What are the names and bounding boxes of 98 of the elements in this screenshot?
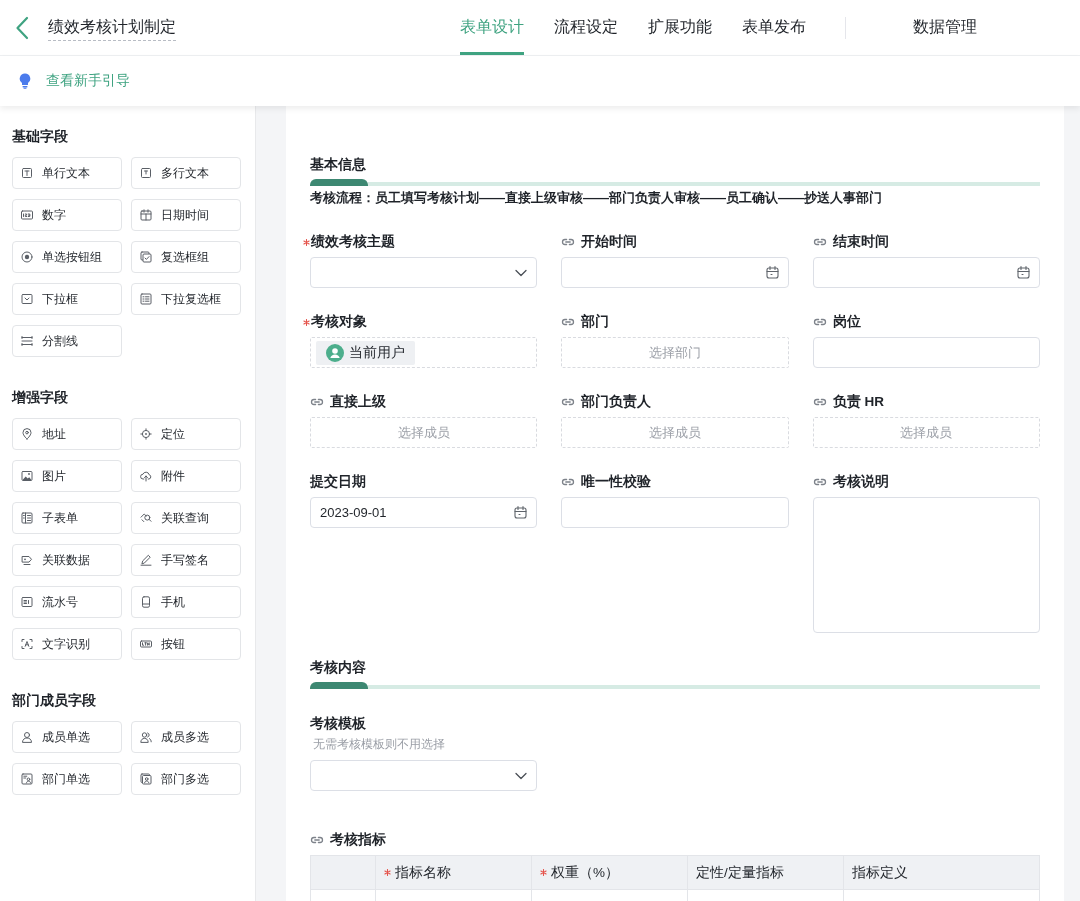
field-type-button[interactable]: 数字 <box>12 199 122 231</box>
form-title[interactable]: 绩效考核计划制定 <box>48 16 176 41</box>
field-type-button[interactable]: 手机 <box>131 586 241 618</box>
field-type-button[interactable]: 关联数据 <box>12 544 122 576</box>
person-icon <box>21 731 33 743</box>
scan-text-icon <box>21 638 33 650</box>
phone-icon <box>140 596 152 608</box>
field-label: 考核模板 <box>310 715 366 733</box>
pen-icon <box>140 554 152 566</box>
people-icon <box>140 731 152 743</box>
input-field[interactable] <box>812 337 1040 368</box>
section-heading: 部门成员字段 <box>12 691 97 710</box>
field-type-button[interactable]: 部门单选 <box>12 763 122 795</box>
date-field[interactable] <box>561 257 789 288</box>
crosshair-icon <box>140 428 152 440</box>
department-icon <box>140 773 152 785</box>
field-label: 绩效考核主题 <box>311 233 395 251</box>
field-type-button[interactable]: 按钮 <box>131 628 241 660</box>
field-type-button[interactable]: 多行文本 <box>131 157 241 189</box>
input-field[interactable] <box>561 497 789 528</box>
field-type-button[interactable]: 单选按钮组 <box>12 241 122 273</box>
checkbox-icon <box>140 251 152 263</box>
column-header: 指标定义 <box>852 863 908 882</box>
section-heading: 增强字段 <box>12 388 69 407</box>
field-label: 部门 <box>581 313 610 331</box>
field-type-button[interactable]: 图片 <box>12 460 122 492</box>
field-type-button[interactable]: 关联查询 <box>131 502 241 534</box>
nav-tab[interactable]: 数据管理 <box>913 0 977 55</box>
calendar-icon <box>514 506 528 519</box>
text-box-icon <box>21 167 33 179</box>
date-field[interactable] <box>812 257 1040 288</box>
field-type-button[interactable]: 复选框组 <box>131 241 241 273</box>
field-type-button[interactable]: 子表单 <box>12 502 122 534</box>
calendar-icon <box>1017 266 1030 279</box>
chevron-down-icon <box>515 268 528 277</box>
field-label: 考核指标 <box>330 831 386 849</box>
number-box-icon <box>21 596 33 608</box>
tag-icon <box>21 554 33 566</box>
field-type-button[interactable]: 手写签名 <box>131 544 241 576</box>
field-type-button[interactable]: 单行文本 <box>12 157 122 189</box>
field-type-button[interactable]: 下拉框 <box>12 283 122 315</box>
textarea-field[interactable] <box>812 497 1040 633</box>
divider-lines-icon <box>21 335 33 347</box>
section-title: 考核内容 <box>310 658 367 677</box>
field-type-button[interactable]: 分割线 <box>12 325 122 357</box>
process-note: 考核流程：员工填写考核计划——直接上级审核——部门负责人审核——员工确认——抄送人事部门 <box>310 189 883 207</box>
nav-tab[interactable]: 表单发布 <box>742 0 806 55</box>
calendar-icon <box>765 266 779 279</box>
field-type-button[interactable]: 成员多选 <box>131 721 241 753</box>
date-field[interactable]: 2023-09-01 <box>310 497 538 528</box>
section-heading: 基础字段 <box>12 127 69 146</box>
nav-tab[interactable]: 扩展功能 <box>648 0 712 55</box>
column-header: 指标名称 <box>395 863 451 882</box>
field-label: 考核说明 <box>832 473 889 491</box>
field-label: 唯一性校验 <box>581 473 652 491</box>
field-hint: 无需考核模板则不用选择 <box>312 737 446 752</box>
user-tag-text: 当前用户 <box>349 343 405 362</box>
button-icon <box>140 638 152 650</box>
field-label: 部门负责人 <box>581 393 652 411</box>
text-box-icon <box>140 167 152 179</box>
field-label: 直接上级 <box>330 393 386 411</box>
radio-icon <box>21 251 33 263</box>
chevron-down-icon <box>515 771 528 780</box>
dropdown-box-icon <box>21 293 33 305</box>
section-title: 基本信息 <box>310 155 367 174</box>
image-icon <box>21 470 33 482</box>
field-type-button[interactable]: 地址 <box>12 418 122 450</box>
field-label: 考核对象 <box>311 313 367 331</box>
dropdown-field[interactable] <box>310 257 538 288</box>
field-type-button[interactable]: 附件 <box>131 460 241 492</box>
field-type-button[interactable]: 流水号 <box>12 586 122 618</box>
field-type-button[interactable]: 下拉复选框 <box>131 283 241 315</box>
cloud-upload-icon <box>140 470 152 482</box>
map-pin-icon <box>21 428 33 440</box>
field-label: 开始时间 <box>581 233 638 251</box>
field-type-button[interactable]: 定位 <box>131 418 241 450</box>
back-icon[interactable] <box>15 15 29 40</box>
department-icon <box>21 773 33 785</box>
field-label: 提交日期 <box>310 473 366 491</box>
list-box-icon <box>140 293 152 305</box>
table-icon <box>21 512 33 524</box>
avatar-icon <box>326 343 344 362</box>
field-label: 岗位 <box>832 313 861 331</box>
field-type-button[interactable]: 文字识别 <box>12 628 122 660</box>
nav-tab[interactable]: 流程设定 <box>554 0 618 55</box>
calendar-icon <box>140 209 152 221</box>
number-box-icon <box>21 209 33 221</box>
field-type-button[interactable]: 成员单选 <box>12 721 122 753</box>
field-label: 结束时间 <box>832 233 889 251</box>
field-type-button[interactable]: 日期时间 <box>131 199 241 231</box>
member-field[interactable]: 当前用户 <box>310 337 538 368</box>
field-label: 负责 HR <box>832 393 884 411</box>
lightbulb-icon <box>19 73 31 89</box>
search-icon <box>140 512 152 524</box>
column-header: 权重（%） <box>551 863 619 882</box>
field-type-button[interactable]: 部门多选 <box>131 763 241 795</box>
dropdown-field[interactable] <box>310 760 538 791</box>
column-header: 定性/定量指标 <box>696 863 784 882</box>
